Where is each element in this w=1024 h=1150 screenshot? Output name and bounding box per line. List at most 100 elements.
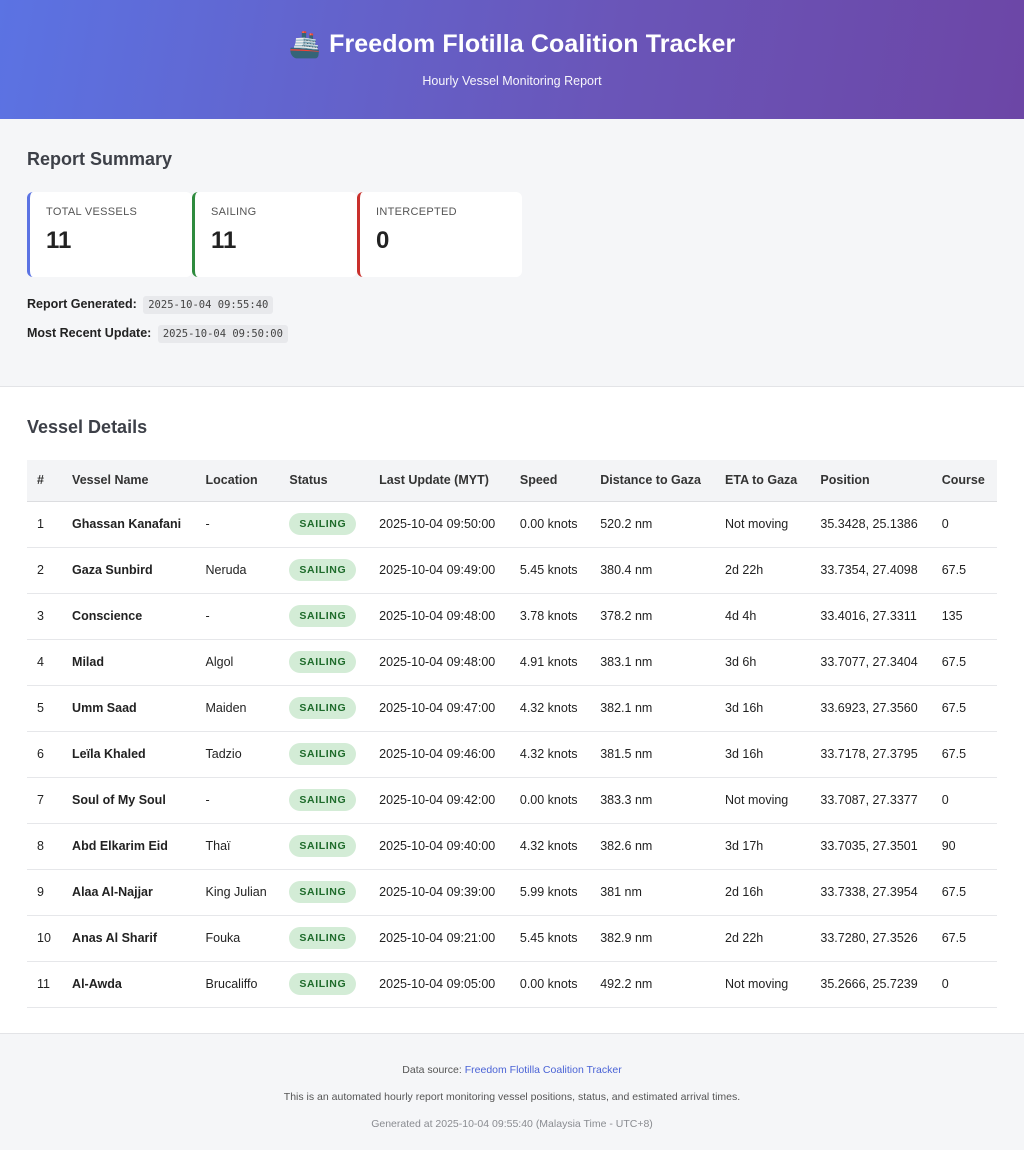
table-row: 4 Milad Algol SAILING 2025-10-04 09:48:00 4.9… [27,639,997,686]
cell-index: 9 [27,869,63,916]
column-header-position: Position [810,460,932,502]
card-label: SAILING [211,206,257,218]
cell-status: SAILING [279,731,370,778]
status-badge: SAILING [289,927,357,949]
cell-course: 0 [931,501,997,548]
column-header-status: Status [279,460,370,502]
table-row: 11 Al-Awda Brucaliffo SAILING 2025-10-04 09:… [27,961,997,1008]
card-value: 11 [211,227,237,254]
cell-eta: 2d 16h [715,869,811,916]
table-row: 10 Anas Al Sharif Fouka SAILING 2025-10-04 0… [27,915,997,962]
cell-position: 33.6923, 27.3560 [810,685,932,732]
cell-location: Fouka [195,915,280,962]
cell-distance: 382.1 nm [590,685,716,732]
cell-position: 33.7035, 27.3501 [810,823,932,870]
table-body: 1 Ghassan Kanafani - SAILING 2025-10-04 09:5… [27,501,997,1008]
cell-distance: 378.2 nm [590,593,716,640]
cell-vessel-name: Gaza Sunbird [62,547,196,594]
cell-vessel-name: Milad [62,639,196,686]
status-badge: SAILING [289,743,357,765]
cell-course: 67.5 [931,685,997,732]
cell-eta: 3d 6h [715,639,811,686]
table-row: 5 Umm Saad Maiden SAILING 2025-10-04 09:47:0… [27,685,997,732]
sailing-card: SAILING 11 [192,192,357,277]
cell-last-update: 2025-10-04 09:21:00 [369,915,510,962]
cell-eta: Not moving [715,961,811,1008]
recent-update-label: Most Recent Update: [27,326,152,340]
cell-speed: 0.00 knots [509,777,591,824]
cell-position: 33.7280, 27.3526 [810,915,932,962]
cell-index: 4 [27,639,63,686]
intercepted-card: INTERCEPTED 0 [357,192,522,277]
column-header-distance: Distance to Gaza [590,460,716,502]
table-row: 6 Leïla Khaled Tadzio SAILING 2025-10-04 09:… [27,731,997,778]
cell-speed: 5.45 knots [509,915,591,962]
details-title: Vessel Details [27,417,148,437]
cell-speed: 4.91 knots [509,639,591,686]
cell-position: 33.7338, 27.3954 [810,869,932,916]
cell-position: 35.2666, 25.7239 [810,961,932,1008]
cell-last-update: 2025-10-04 09:39:00 [369,869,510,916]
cell-eta: 3d 17h [715,823,811,870]
card-value: 0 [376,227,390,254]
status-badge: SAILING [289,789,357,811]
column-header-location: Location [195,460,280,502]
cell-eta: Not moving [715,501,811,548]
cell-last-update: 2025-10-04 09:50:00 [369,501,510,548]
summary-cards: TOTAL VESSELS 11 SAILING 11 INTERCEPTED … [27,192,997,277]
cell-course: 67.5 [931,915,997,962]
cell-status: SAILING [279,685,370,732]
report-generated-value: 2025-10-04 09:55:40 [143,296,274,314]
data-source-label: Data source: [402,1064,462,1076]
cell-eta: Not moving [715,777,811,824]
cell-distance: 492.2 nm [590,961,716,1008]
cell-distance: 383.1 nm [590,639,716,686]
table-row: 8 Abd Elkarim Eid Thaï SAILING 2025-10-04 09… [27,823,997,870]
cell-last-update: 2025-10-04 09:40:00 [369,823,510,870]
cell-index: 1 [27,501,63,548]
cell-vessel-name: Alaa Al-Najjar [62,869,196,916]
cell-location: Brucaliffo [195,961,280,1008]
table-row: 2 Gaza Sunbird Neruda SAILING 2025-10-04 09:… [27,547,997,594]
footer-note: This is an automated hourly report monit… [283,1091,741,1103]
cell-course: 67.5 [931,869,997,916]
summary-title: Report Summary [27,149,173,169]
cell-distance: 382.6 nm [590,823,716,870]
cell-location: Maiden [195,685,280,732]
cell-course: 0 [931,777,997,824]
report-generated: Report Generated: 2025-10-04 09:55:40 [27,296,997,314]
cell-vessel-name: Umm Saad [62,685,196,732]
cell-index: 7 [27,777,63,824]
ship-icon: 🚢 [288,29,322,60]
card-label: INTERCEPTED [376,206,457,218]
cell-course: 135 [931,593,997,640]
cell-speed: 4.32 knots [509,685,591,732]
column-header-eta: ETA to Gaza [715,460,811,502]
column-header-speed: Speed [509,460,591,502]
column-header-index: # [27,460,63,502]
cell-location: Neruda [195,547,280,594]
cell-index: 5 [27,685,63,732]
table-row: 9 Alaa Al-Najjar King Julian SAILING 2025-10… [27,869,997,916]
data-source-link[interactable]: Freedom Flotilla Coalition Tracker [465,1064,622,1076]
cell-speed: 0.00 knots [509,961,591,1008]
cell-status: SAILING [279,961,370,1008]
cell-status: SAILING [279,593,370,640]
column-header-last-update: Last Update (MYT) [369,460,510,502]
cell-speed: 3.78 knots [509,593,591,640]
cell-location: King Julian [195,869,280,916]
cell-last-update: 2025-10-04 09:05:00 [369,961,510,1008]
recent-update: Most Recent Update: 2025-10-04 09:50:00 [27,325,997,343]
cell-status: SAILING [279,777,370,824]
cell-index: 10 [27,915,63,962]
cell-last-update: 2025-10-04 09:48:00 [369,593,510,640]
status-badge: SAILING [289,605,357,627]
cell-position: 33.7354, 27.4098 [810,547,932,594]
table-header-row: # Vessel Name Location Status Last Update (M… [27,460,997,502]
column-header-vessel-name: Vessel Name [62,460,196,502]
cell-distance: 381 nm [590,869,716,916]
cell-index: 2 [27,547,63,594]
status-badge: SAILING [289,513,357,535]
cell-vessel-name: Soul of My Soul [62,777,196,824]
cell-vessel-name: Anas Al Sharif [62,915,196,962]
